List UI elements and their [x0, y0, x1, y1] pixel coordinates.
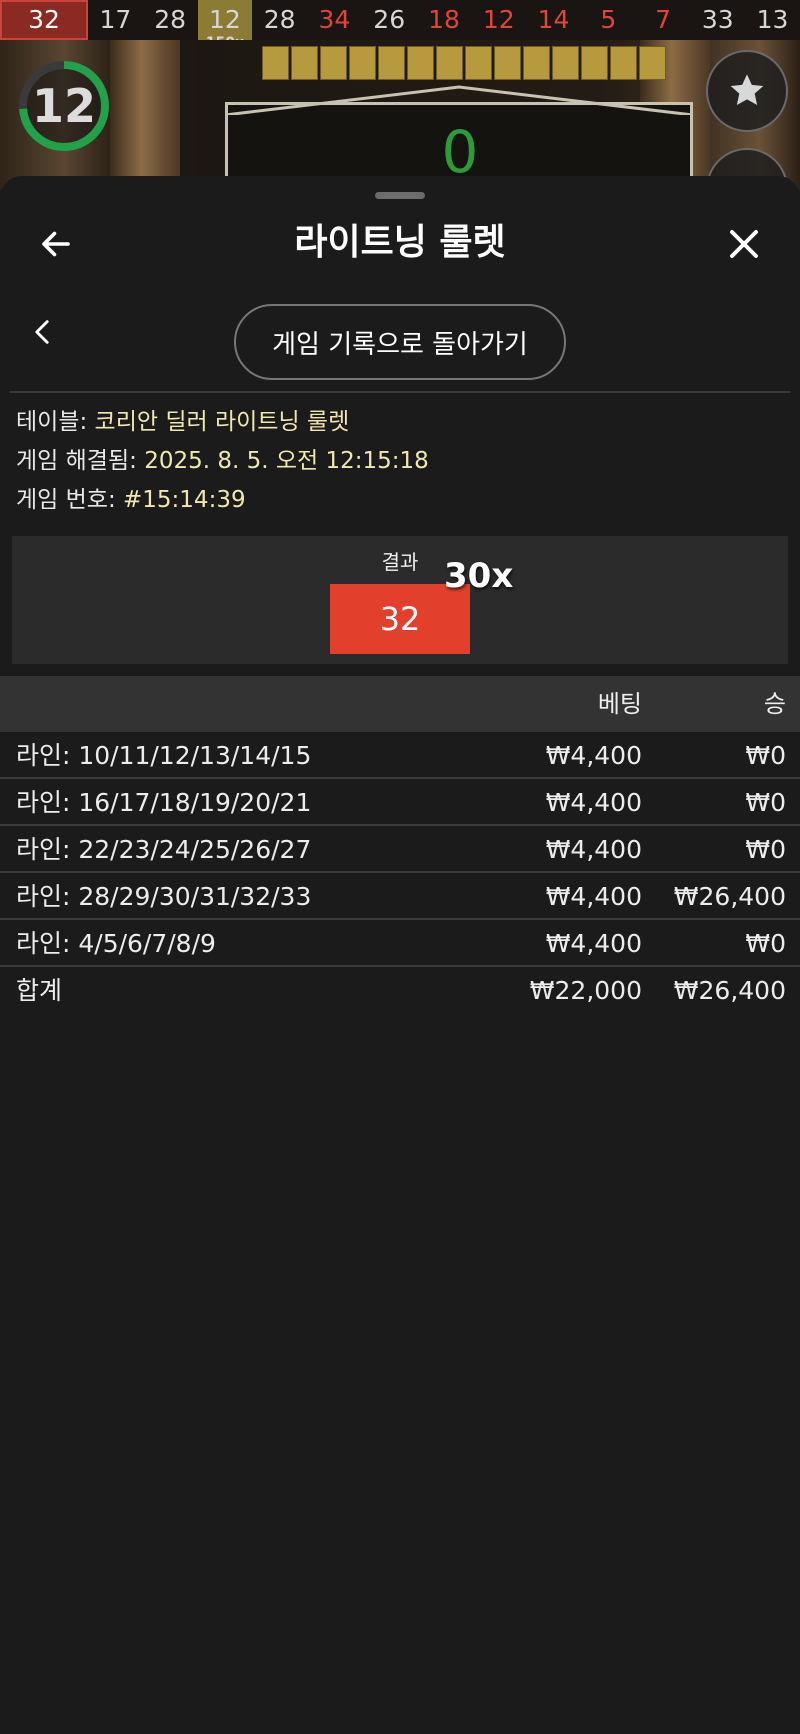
- close-icon: [730, 230, 758, 258]
- history-number-value: 12: [482, 5, 515, 34]
- history-number: 34: [307, 0, 362, 40]
- divider: [10, 391, 790, 393]
- history-number-value: 33: [701, 5, 734, 34]
- info-game-number-label: 게임 번호:: [16, 487, 116, 513]
- sheet-grabber[interactable]: [375, 192, 425, 199]
- sheet-title: 라이트닝 룰렛: [294, 222, 506, 263]
- previous-game-button[interactable]: [26, 316, 58, 348]
- bet-amount: ₩4,400: [545, 788, 642, 817]
- countdown-timer-value: 12: [31, 79, 96, 133]
- info-table-value: 코리안 딜러 라이트닝 룰렛: [94, 409, 350, 435]
- history-number-value: 5: [600, 5, 617, 34]
- history-number-value: 26: [373, 5, 406, 34]
- table-total-row: 합계 ₩22,000 ₩26,400: [0, 967, 800, 1014]
- column-bet: 베팅: [597, 690, 642, 718]
- win-amount: ₩0: [745, 835, 786, 864]
- result-panel: 결과 32 30x: [12, 536, 788, 664]
- info-resolved-label: 게임 해결됨:: [16, 448, 137, 474]
- result-multiplier: 30x: [444, 556, 514, 596]
- history-number: 14: [526, 0, 581, 40]
- history-number: 28: [143, 0, 198, 40]
- table-row: 라인: 22/23/24/25/26/27 ₩4,400 ₩0: [0, 826, 800, 873]
- history-number: 26: [362, 0, 417, 40]
- table-row: 라인: 16/17/18/19/20/21 ₩4,400 ₩0: [0, 779, 800, 826]
- history-number: 12: [471, 0, 526, 40]
- info-game-number-value: #15:14:39: [123, 487, 246, 513]
- result-label: 결과: [381, 550, 419, 574]
- history-number-value: 13: [756, 5, 789, 34]
- win-amount: ₩0: [745, 788, 786, 817]
- history-number-value: 28: [154, 5, 187, 34]
- bet-amount: ₩4,400: [545, 929, 642, 958]
- bet-amount: ₩4,400: [545, 741, 642, 770]
- game-history-sheet: 라이트닝 룰렛 게임 기록으로 돌아가기 테이블: 코리안 딜러 라이트닝 룰렛…: [0, 176, 800, 1734]
- history-number: 32: [0, 0, 88, 40]
- favorite-button[interactable]: [706, 50, 788, 132]
- bet-name: 라인: 4/5/6/7/8/9: [16, 929, 216, 958]
- close-button[interactable]: [722, 222, 766, 266]
- bet-amount: ₩4,400: [545, 882, 642, 911]
- info-game-number: 게임 번호: #15:14:39: [16, 484, 246, 516]
- column-win: 승: [763, 690, 786, 718]
- history-number-value: 34: [318, 5, 351, 34]
- info-resolved-value: 2025. 8. 5. 오전 12:15:18: [144, 448, 429, 474]
- pillar-left: [110, 40, 180, 190]
- bet-name: 라인: 22/23/24/25/26/27: [16, 835, 312, 864]
- win-amount: ₩26,400: [673, 882, 786, 911]
- lightning-cards: [262, 46, 666, 80]
- total-label: 합계: [16, 976, 63, 1005]
- history-number-value: 18: [428, 5, 460, 34]
- history-number-value: 14: [537, 5, 570, 34]
- history-number: 28: [252, 0, 307, 40]
- bet-name: 라인: 10/11/12/13/14/15: [16, 741, 312, 770]
- info-table: 테이블: 코리안 딜러 라이트닝 룰렛: [16, 406, 349, 438]
- win-amount: ₩0: [745, 929, 786, 958]
- history-number-value: 32: [28, 5, 60, 34]
- info-resolved: 게임 해결됨: 2025. 8. 5. 오전 12:15:18: [16, 445, 429, 477]
- arrow-left-icon: [42, 231, 70, 257]
- total-bet: ₩22,000: [529, 976, 642, 1005]
- bet-name: 라인: 28/29/30/31/32/33: [16, 882, 312, 911]
- star-icon: [730, 74, 764, 105]
- table-row: 라인: 10/11/12/13/14/15 ₩4,400 ₩0: [0, 732, 800, 779]
- history-number: 13: [745, 0, 800, 40]
- bet-amount: ₩4,400: [545, 835, 642, 864]
- chevron-left-icon: [35, 320, 49, 344]
- win-amount: ₩0: [745, 741, 786, 770]
- result-history-strip: 32 17 28 12150x 28 34 26 18 12 14 5 7 33 13: [0, 0, 800, 50]
- history-number-value: 7: [655, 5, 671, 34]
- table-row: 라인: 4/5/6/7/8/9 ₩4,400 ₩0: [0, 920, 800, 967]
- game-video-background: 0: [0, 40, 800, 190]
- history-number-value: 28: [263, 5, 296, 34]
- back-button[interactable]: [34, 222, 78, 266]
- board-roof: [225, 85, 693, 115]
- history-number: 18: [417, 0, 472, 40]
- history-number: 17: [88, 0, 143, 40]
- history-number-value: 17: [99, 5, 132, 34]
- history-number: 12150x: [197, 0, 253, 50]
- bets-table-header: 베팅 승: [0, 676, 800, 732]
- history-number: 7: [636, 0, 691, 40]
- table-row: 라인: 28/29/30/31/32/33 ₩4,400 ₩26,400: [0, 873, 800, 920]
- info-table-label: 테이블:: [16, 409, 88, 435]
- history-number: 5: [581, 0, 636, 40]
- history-number: 33: [690, 0, 745, 40]
- history-number-value: 12: [209, 5, 241, 34]
- back-to-history-button[interactable]: 게임 기록으로 돌아가기: [234, 304, 566, 380]
- total-win: ₩26,400: [673, 976, 786, 1005]
- bet-name: 라인: 16/17/18/19/20/21: [16, 788, 312, 817]
